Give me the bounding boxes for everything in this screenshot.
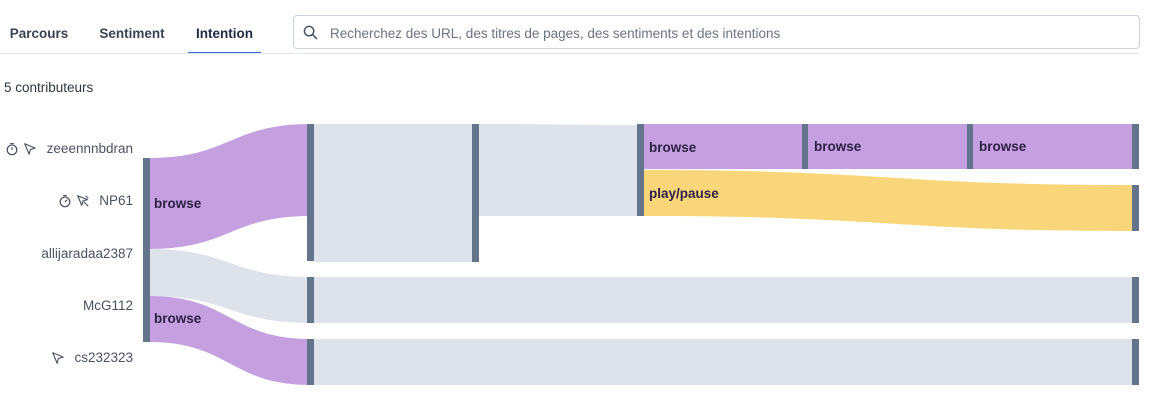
node-bar[interactable] <box>637 124 644 216</box>
flow-neutral[interactable] <box>314 339 1134 385</box>
flow-label: browse <box>814 139 862 154</box>
flow-label: browse <box>979 139 1027 154</box>
flow-neutral[interactable] <box>314 124 476 262</box>
node-bar[interactable] <box>307 124 314 261</box>
flow-diagram: browse browse browse play/pause browse b… <box>143 124 1139 385</box>
flow-browse[interactable] <box>149 124 311 249</box>
node-bar[interactable] <box>802 124 808 169</box>
node-bar[interactable] <box>143 158 150 342</box>
node-bar[interactable] <box>1132 339 1139 385</box>
node-bar[interactable] <box>307 339 314 385</box>
node-bar[interactable] <box>1132 185 1139 231</box>
flow-label: browse <box>649 140 697 155</box>
flow-neutral[interactable] <box>479 124 639 216</box>
node-bar[interactable] <box>1132 277 1139 323</box>
node-bar[interactable] <box>307 277 314 323</box>
flow-label: browse <box>154 311 202 326</box>
flow-label: browse <box>154 196 202 211</box>
flow-neutral[interactable] <box>314 277 1134 323</box>
node-bar[interactable] <box>472 124 479 262</box>
flow-label: play/pause <box>649 186 719 201</box>
node-bar[interactable] <box>1132 124 1139 169</box>
node-bar[interactable] <box>967 124 973 169</box>
